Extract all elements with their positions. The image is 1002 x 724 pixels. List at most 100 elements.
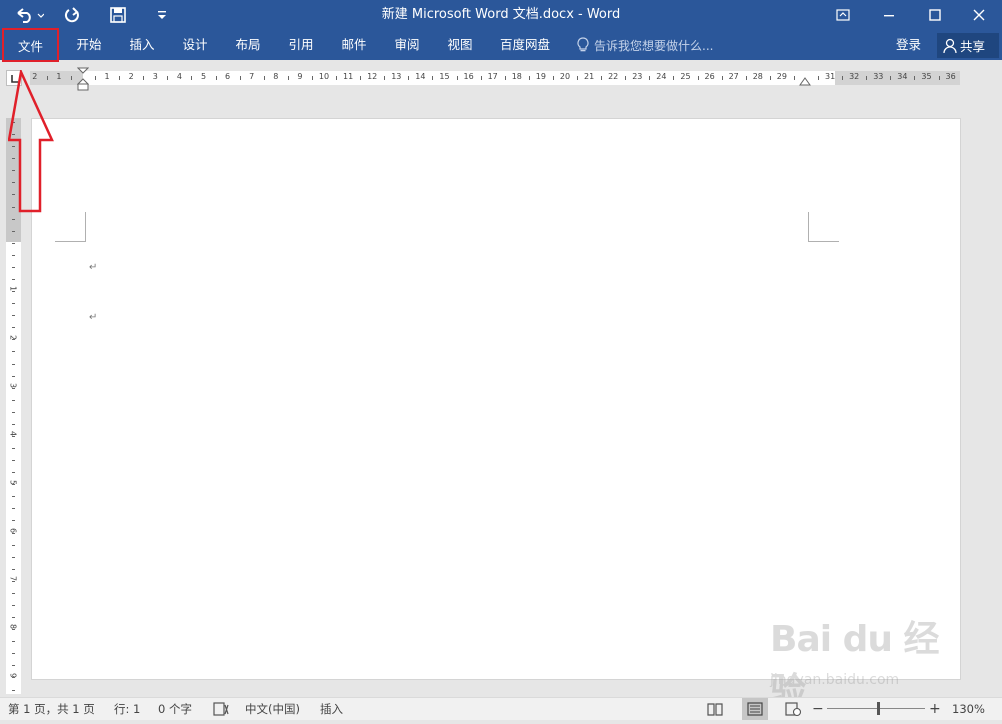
ruler-number: 32 <box>849 72 860 81</box>
proofing-icon <box>213 702 229 716</box>
save-icon <box>110 7 126 23</box>
language-indicator[interactable]: 中文(中国) <box>245 698 300 720</box>
vertical-scrollbar[interactable] <box>962 86 978 696</box>
ruler-number: 9 <box>8 672 18 678</box>
ruler-tick <box>12 423 15 425</box>
tab-mailings[interactable]: 邮件 <box>333 30 375 60</box>
ribbon-tabs: 文件 开始 插入 设计 布局 引用 邮件 审阅 视图 百度网盘 告诉我您想要做什… <box>0 28 1002 62</box>
ruler-tick <box>12 291 15 293</box>
ruler-tick <box>12 580 15 582</box>
ruler-number: 19 <box>535 72 546 81</box>
undo-icon <box>17 8 44 23</box>
zoom-in-button[interactable]: + <box>929 698 941 720</box>
ruler-number: 10 <box>318 72 330 81</box>
ruler-number: 24 <box>656 72 667 81</box>
tab-file[interactable]: 文件 <box>2 28 59 62</box>
line-number[interactable]: 行: 1 <box>114 698 140 720</box>
ribbon-display-icon <box>836 9 850 21</box>
word-count[interactable]: 0 个字 <box>158 698 192 720</box>
paragraph-mark[interactable]: ↵ <box>89 262 97 273</box>
read-mode-button[interactable] <box>706 698 724 720</box>
close-button[interactable] <box>956 0 1002 30</box>
ruler-number: 1 <box>56 72 62 81</box>
lightbulb-icon <box>577 37 589 52</box>
insert-mode[interactable]: 插入 <box>320 698 343 720</box>
print-layout-icon <box>747 702 763 716</box>
proofing-button[interactable] <box>212 698 230 720</box>
zoom-out-button[interactable]: − <box>812 698 824 720</box>
ruler-number: 27 <box>728 72 739 81</box>
zoom-slider-thumb[interactable] <box>877 702 880 715</box>
tab-layout[interactable]: 布局 <box>227 30 269 60</box>
crop-mark-right <box>808 212 839 242</box>
customize-quick-access-button[interactable] <box>152 4 172 26</box>
paragraph-mark[interactable]: ↵ <box>89 312 97 323</box>
ruler-tick <box>673 76 675 80</box>
tab-home[interactable]: 开始 <box>68 30 110 60</box>
ruler-number: 35 <box>921 72 932 81</box>
maximize-button[interactable] <box>912 0 958 30</box>
ruler-number: 16 <box>463 72 474 81</box>
tell-me-search[interactable]: 告诉我您想要做什么... <box>576 30 713 60</box>
tab-review[interactable]: 审阅 <box>386 30 428 60</box>
ruler-tick <box>12 532 15 534</box>
ruler-tick <box>12 254 15 256</box>
tab-baidu-netdisk[interactable]: 百度网盘 <box>494 30 556 60</box>
ruler-tick <box>12 363 15 365</box>
ruler-number: 2 <box>128 72 134 81</box>
save-button[interactable] <box>106 4 130 26</box>
ruler-tick <box>12 641 15 643</box>
ruler-tick <box>12 339 15 341</box>
ruler-tick <box>95 76 97 80</box>
zoom-slider[interactable] <box>827 708 925 709</box>
minimize-button[interactable] <box>866 0 912 30</box>
ruler-tick <box>12 218 15 220</box>
title-bar: 新建 Microsoft Word 文档.docx - Word <box>0 0 1002 30</box>
ruler-number: 21 <box>584 72 595 81</box>
ruler-tick <box>721 76 723 80</box>
ruler-tick <box>745 76 747 80</box>
ruler-tick <box>12 230 15 232</box>
ruler-number: 12 <box>367 72 378 81</box>
crop-mark-left <box>55 212 86 242</box>
ruler-tick <box>12 411 15 413</box>
ruler-tick <box>12 399 15 401</box>
ruler-tick <box>12 484 15 486</box>
ruler-tick <box>12 327 15 329</box>
tab-view[interactable]: 视图 <box>439 30 481 60</box>
ruler-number: 28 <box>752 72 763 81</box>
tab-design[interactable]: 设计 <box>174 30 216 60</box>
ruler-number: 33 <box>873 72 884 81</box>
up-arrow-annotation-icon <box>8 70 54 213</box>
minimize-icon <box>884 15 894 17</box>
ruler-tick <box>12 448 15 450</box>
page-count[interactable]: 第 1 页，共 1 页 <box>8 698 95 720</box>
undo-button[interactable] <box>12 4 46 26</box>
horizontal-ruler[interactable]: 2 1 1 2 3 4 5 6 7 8 9 10 11 12 13 14 15 16 17 18 19 20 21 22 23 2… <box>30 67 960 91</box>
redo-button[interactable] <box>60 4 84 26</box>
share-label: 共享 <box>960 39 986 54</box>
zoom-level[interactable]: 130% <box>952 698 985 720</box>
share-button[interactable]: 共享 <box>937 33 999 58</box>
ruler-number: 1 <box>104 72 110 81</box>
login-link[interactable]: 登录 <box>896 30 921 60</box>
maximize-icon <box>929 9 941 21</box>
ruler-tick <box>12 351 15 353</box>
ruler-tick <box>360 76 362 80</box>
ruler-tick <box>12 677 15 679</box>
ruler-tick <box>12 689 15 691</box>
ruler-number: 17 <box>487 72 498 81</box>
ruler-tick <box>12 653 15 655</box>
right-indent-marker-icon[interactable] <box>799 77 811 87</box>
ruler-tick <box>12 375 15 377</box>
ruler-number: 6 <box>8 527 18 533</box>
tab-references[interactable]: 引用 <box>280 30 322 60</box>
ruler-tick <box>12 508 15 510</box>
ribbon-display-options-button[interactable] <box>820 0 866 30</box>
tell-me-placeholder: 告诉我您想要做什么... <box>594 38 714 53</box>
tab-insert[interactable]: 插入 <box>121 30 163 60</box>
web-layout-button[interactable] <box>784 698 802 720</box>
document-page[interactable]: ↵ ↵ <box>31 118 961 680</box>
print-layout-button[interactable] <box>742 698 768 720</box>
indent-marker-icon[interactable] <box>77 67 89 93</box>
